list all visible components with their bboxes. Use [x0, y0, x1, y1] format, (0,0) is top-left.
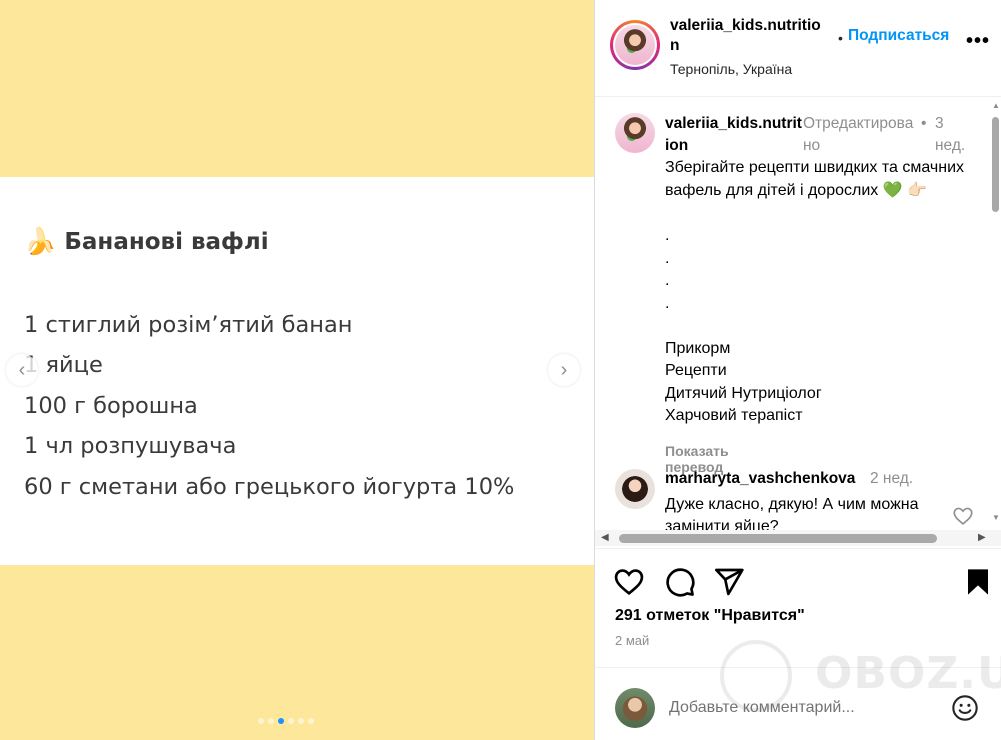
ingredient-item: 60 г сметани або грецького йогурта 10% — [24, 473, 515, 500]
chevron-left-icon: ‹ — [18, 358, 26, 381]
avatar — [615, 688, 655, 728]
separator-dot: • — [921, 115, 927, 132]
comment-username[interactable]: marharyta_vashchenkova — [665, 470, 855, 488]
ingredient-item: 100 г борошна — [24, 392, 198, 419]
bookmark-icon[interactable] — [962, 566, 994, 598]
avatar[interactable] — [610, 20, 660, 70]
share-icon[interactable] — [713, 566, 745, 598]
horizontal-scrollbar[interactable]: ◀ ▶ — [595, 530, 1001, 546]
caption-text: Зберігайте рецепти швидких та смачних ва… — [665, 159, 965, 199]
add-comment-bar — [595, 668, 1001, 740]
caption-line — [665, 315, 975, 338]
scrollbar-thumb[interactable] — [992, 117, 999, 212]
scroll-right-icon[interactable]: ▶ — [978, 532, 986, 543]
chevron-right-icon: › — [560, 358, 568, 381]
post-date: 2 май — [615, 633, 650, 648]
scroll-left-icon[interactable]: ◀ — [601, 532, 609, 543]
vertical-scrollbar[interactable]: ▲ ▼ — [990, 97, 1001, 527]
edited-label: Отредактировано — [803, 115, 914, 154]
prev-slide-button[interactable]: ‹ — [6, 354, 38, 386]
heart-icon[interactable] — [952, 505, 974, 527]
scroll-up-icon[interactable]: ▲ — [992, 101, 1000, 110]
caption-line: Рецепти — [665, 362, 727, 379]
recipe-title-text: Бананові вафлі — [64, 229, 269, 255]
likes-count[interactable]: 291 отметок "Нравится" — [615, 607, 805, 625]
more-options-icon[interactable]: ••• — [966, 30, 990, 53]
carousel-dot — [268, 718, 274, 724]
caption-lines: . . . . Прикорм Рецепти Дитячий Нутриціо… — [665, 225, 975, 428]
caption-line: . — [665, 227, 670, 244]
comment-icon[interactable] — [664, 566, 696, 598]
smiley-icon[interactable] — [951, 694, 979, 722]
banana-emoji: 🍌 — [24, 227, 57, 257]
ingredient-item: 1 яйце — [24, 352, 103, 379]
caption-line: . — [665, 294, 670, 312]
caption-username[interactable]: valeriia_kids.nutrition — [665, 113, 803, 157]
carousel-dot — [258, 718, 264, 724]
action-bar — [595, 562, 1001, 602]
follow-button[interactable]: Подписаться — [848, 27, 949, 45]
carousel-dot — [288, 718, 294, 724]
avatar[interactable] — [615, 113, 655, 153]
post-sidebar: valeriia_kids.nutrition • Подписаться Те… — [594, 0, 1001, 740]
comment-input[interactable] — [669, 696, 939, 720]
carousel-dot — [278, 718, 284, 724]
comment-time[interactable]: 2 нед. — [870, 470, 913, 488]
caption-line: . — [665, 249, 670, 267]
recipe-card: 🍌 Бананові вафлі 1 стиглий розім’ятий ба… — [0, 177, 594, 565]
scrollbar-thumb[interactable] — [619, 534, 937, 543]
profile-photo — [615, 25, 655, 65]
post-image: 🍌 Бананові вафлі 1 стиглий розім’ятий ба… — [0, 0, 594, 740]
caption-line: Харчовий терапіст — [665, 407, 803, 424]
caption-line: Прикорм — [665, 339, 731, 357]
carousel-dots — [258, 718, 314, 724]
recipe-title: 🍌 Бананові вафлі — [24, 227, 269, 257]
avatar[interactable] — [615, 469, 655, 509]
carousel-dot — [298, 718, 304, 724]
divider — [595, 548, 1001, 549]
caption-line: Дитячий Нутриціолог — [665, 384, 822, 402]
caption-line: . — [665, 272, 670, 289]
carousel-dot — [308, 718, 314, 724]
caption-time[interactable]: 3 нед. — [935, 113, 975, 157]
scroll-down-icon[interactable]: ▼ — [992, 513, 1000, 522]
ingredient-item: 1 чл розпушувача — [24, 433, 237, 460]
ingredient-item: 1 стиглий розім’ятий банан — [24, 312, 353, 338]
post-header: valeriia_kids.nutrition • Подписаться Те… — [595, 0, 1001, 97]
location-link[interactable]: Тернопіль, Україна — [670, 61, 792, 77]
header-username[interactable]: valeriia_kids.nutrition — [670, 16, 830, 56]
heart-icon[interactable] — [613, 566, 645, 598]
separator-dot: • — [838, 30, 843, 46]
comments-area: valeriia_kids.nutrition Отредактировано … — [595, 97, 1001, 547]
next-slide-button[interactable]: › — [548, 354, 580, 386]
ingredients-list: 1 стиглий розім’ятий банан 1 яйце 100 г … — [24, 305, 514, 507]
